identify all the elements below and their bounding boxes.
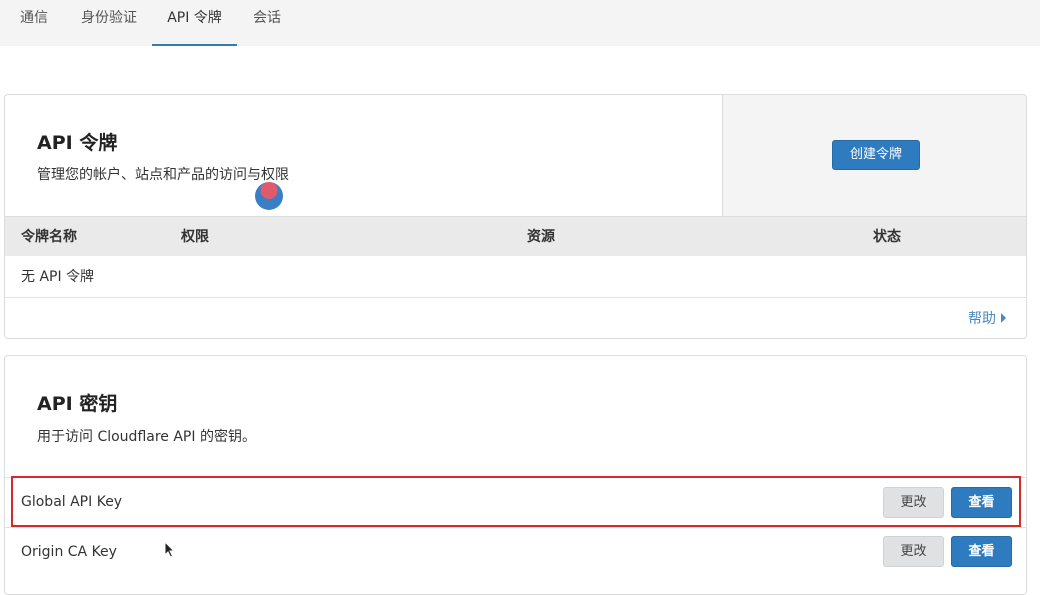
tab-sessions[interactable]: 会话 <box>253 0 281 46</box>
floating-widget-icon[interactable] <box>255 182 283 210</box>
api-keys-title: API 密钥 <box>37 393 118 415</box>
create-token-panel: 创建令牌 <box>722 95 1026 216</box>
global-api-key-label: Global API Key <box>21 494 123 510</box>
caret-right-icon <box>1001 313 1006 323</box>
key-row-origin-ca: Origin CA Key 更改 查看 <box>5 527 1026 575</box>
no-tokens-text: 无 API 令牌 <box>21 269 95 285</box>
column-token-name: 令牌名称 <box>21 229 77 245</box>
help-link[interactable]: 帮助 <box>968 298 1006 338</box>
api-keys-description: 用于访问 Cloudflare API 的密钥。 <box>37 429 256 445</box>
column-permissions: 权限 <box>181 229 209 245</box>
mouse-cursor-icon <box>164 541 176 558</box>
change-global-key-button[interactable]: 更改 <box>883 487 944 518</box>
change-origin-ca-key-button[interactable]: 更改 <box>883 536 944 567</box>
tab-authentication[interactable]: 身份验证 <box>81 0 137 46</box>
api-keys-card: API 密钥 用于访问 Cloudflare API 的密钥。 Global A… <box>4 355 1027 595</box>
api-tokens-card: API 令牌 管理您的帐户、站点和产品的访问与权限 创建令牌 令牌名称 权限 资… <box>4 94 1027 339</box>
key-row-global: Global API Key 更改 查看 <box>5 477 1026 525</box>
column-resources: 资源 <box>527 229 555 245</box>
column-status: 状态 <box>873 229 901 245</box>
create-token-button[interactable]: 创建令牌 <box>832 140 920 170</box>
origin-ca-key-label: Origin CA Key <box>21 544 117 560</box>
tab-communication[interactable]: 通信 <box>20 0 48 46</box>
help-label: 帮助 <box>968 311 996 327</box>
view-global-key-button[interactable]: 查看 <box>951 487 1012 518</box>
api-tokens-title: API 令牌 <box>37 132 118 154</box>
api-tokens-description: 管理您的帐户、站点和产品的访问与权限 <box>37 167 289 183</box>
view-origin-ca-key-button[interactable]: 查看 <box>951 536 1012 567</box>
tab-bar: 通信 身份验证 API 令牌 会话 <box>0 0 1040 46</box>
tab-api-tokens[interactable]: API 令牌 <box>152 0 237 46</box>
tokens-empty-row: 无 API 令牌 <box>5 256 1026 298</box>
tokens-table-header: 令牌名称 权限 资源 状态 <box>5 216 1026 256</box>
